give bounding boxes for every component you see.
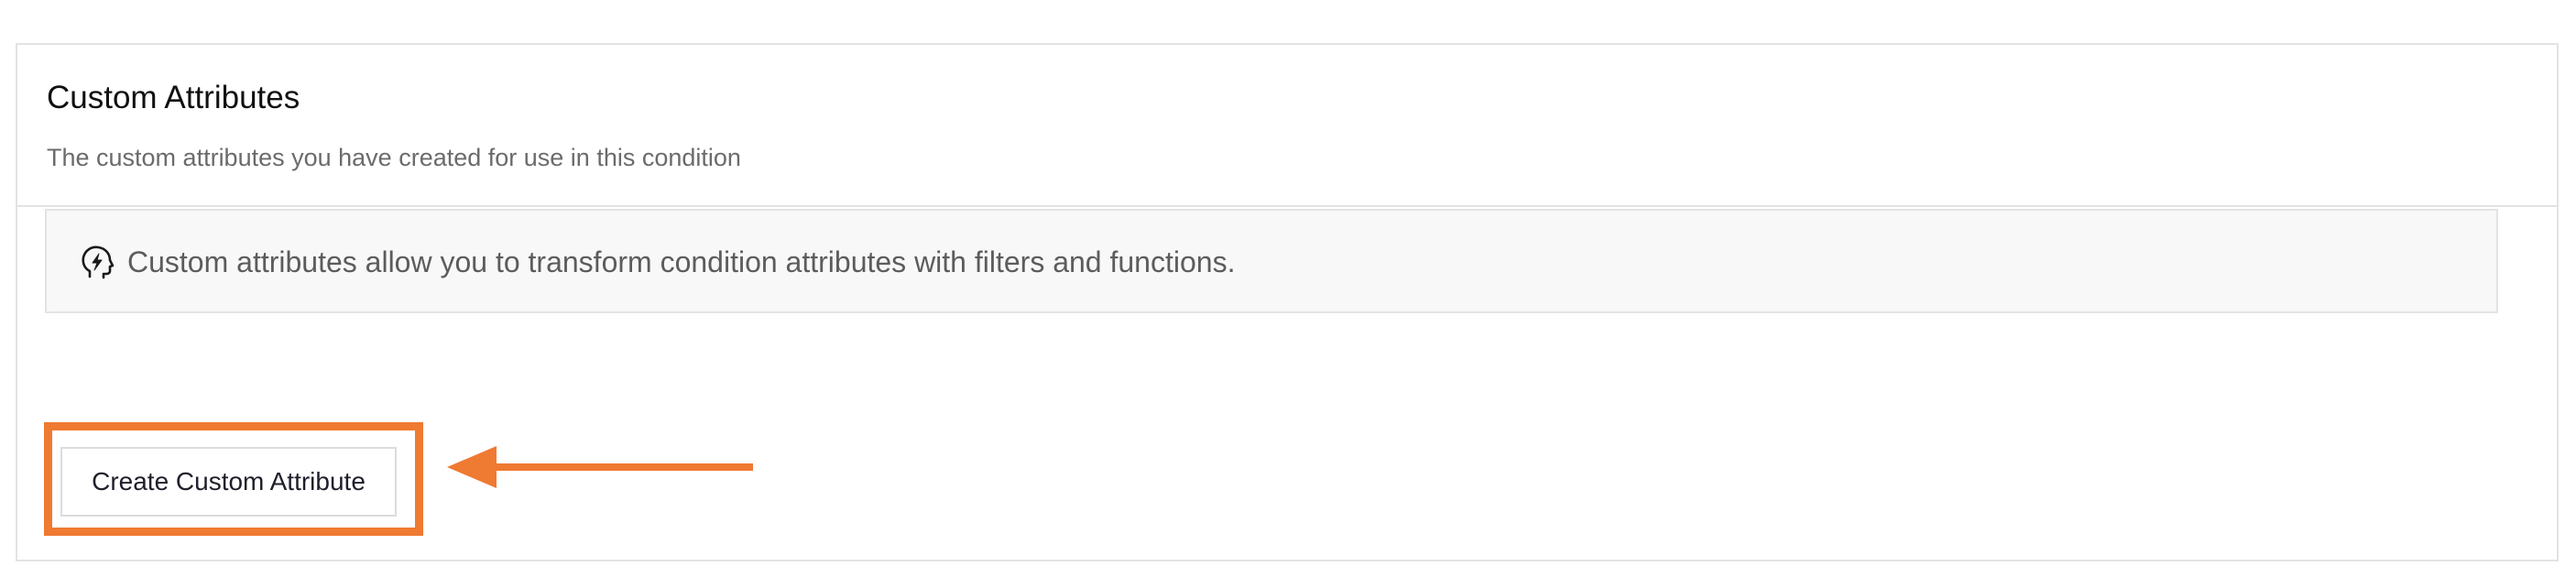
panel-subtitle: The custom attributes you have created f… (47, 144, 741, 171)
create-custom-attribute-button[interactable]: Create Custom Attribute (60, 447, 397, 517)
head-lightning-icon (79, 245, 115, 281)
arrow-annotation (447, 446, 753, 488)
info-text: Custom attributes allow you to transform… (127, 245, 1236, 278)
panel-title: Custom Attributes (47, 80, 300, 115)
info-callout: Custom attributes allow you to transform… (45, 209, 2498, 313)
panel-header: Custom Attributes The custom attributes … (17, 45, 2557, 207)
